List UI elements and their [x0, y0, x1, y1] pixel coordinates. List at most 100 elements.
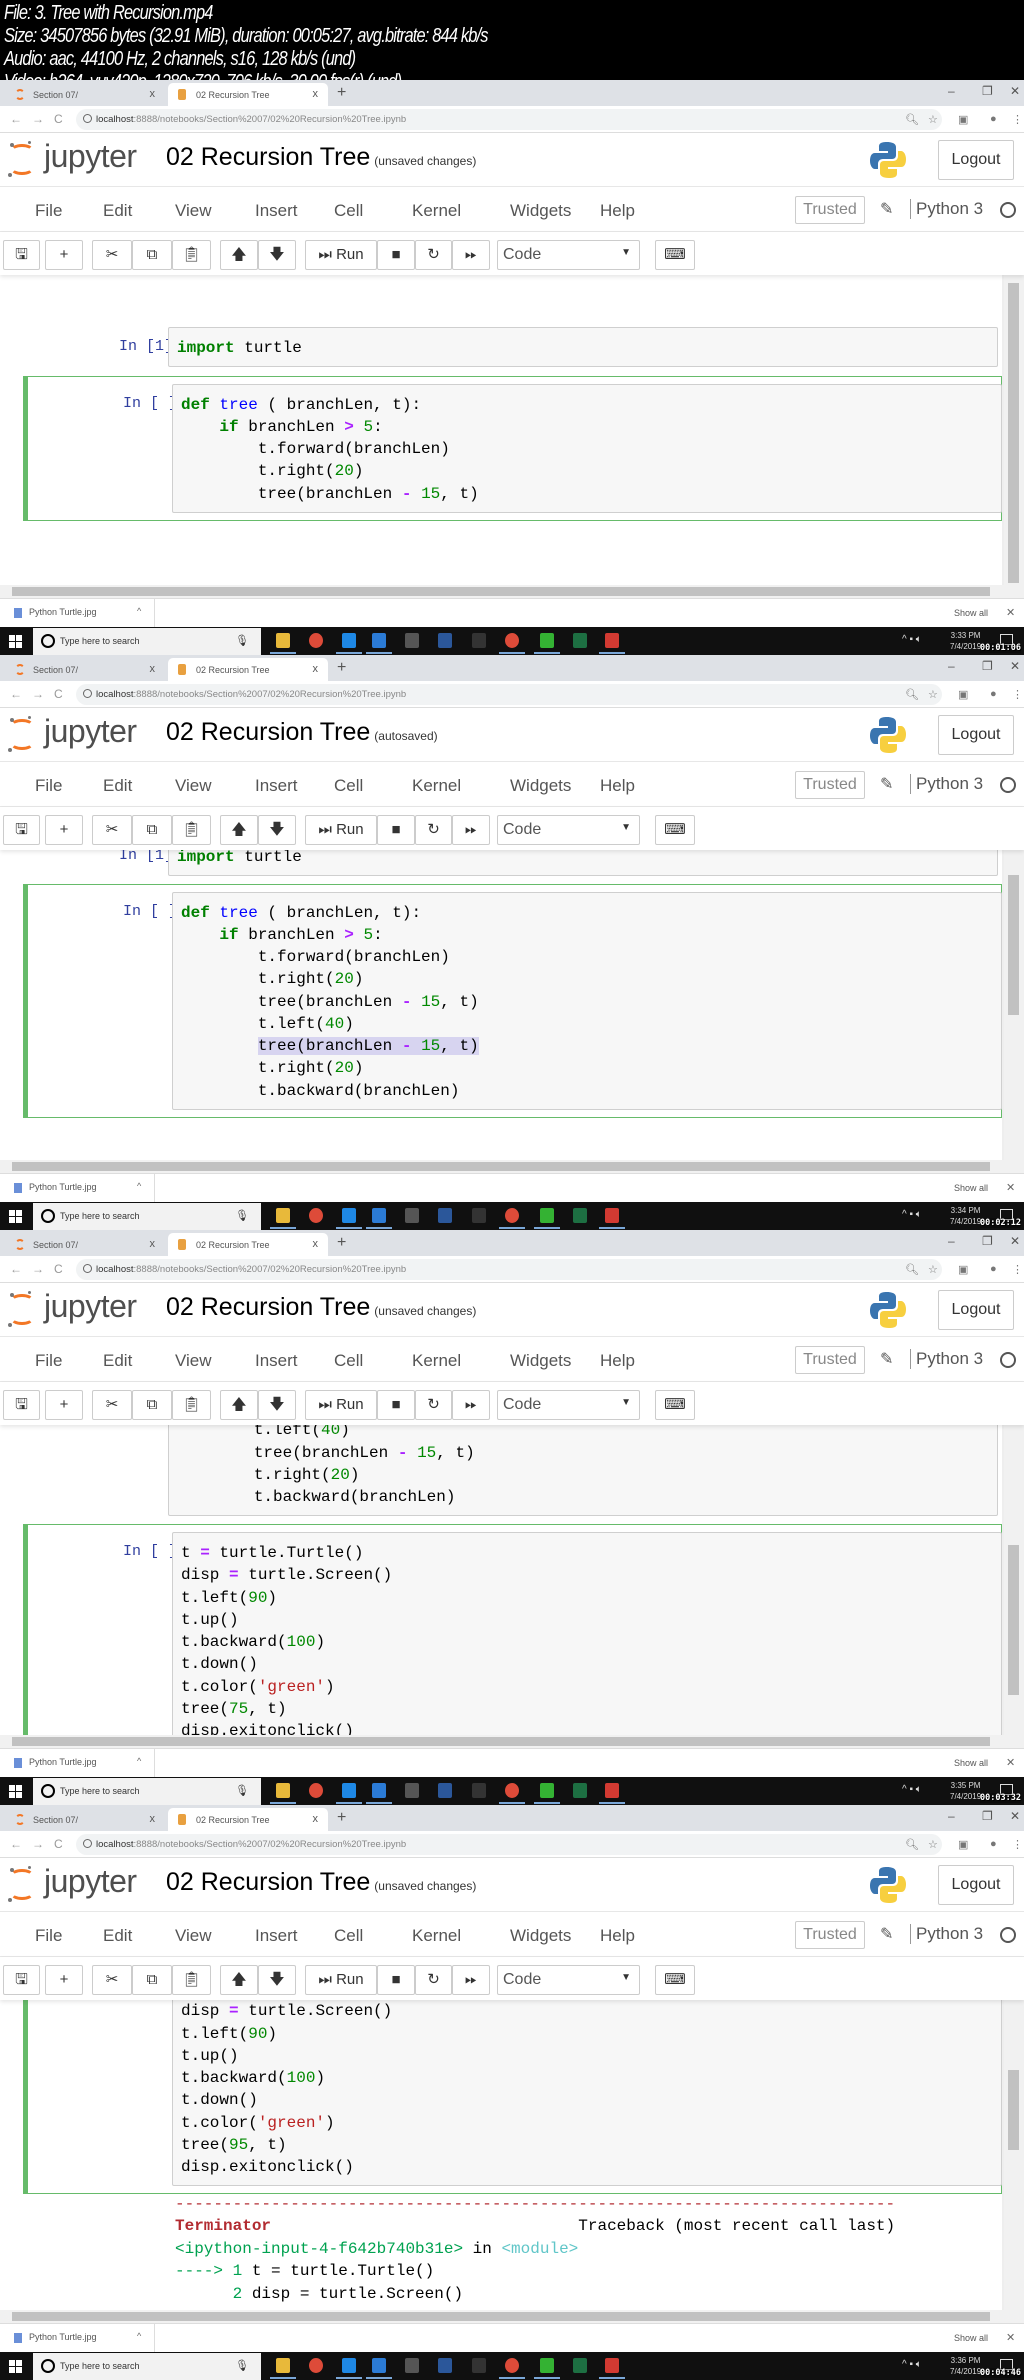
vertical-scrollbar[interactable]	[1004, 1425, 1024, 1735]
extension-icon[interactable]: ▣	[958, 113, 968, 126]
insert-cell-button[interactable]: +	[45, 240, 83, 270]
download-item[interactable]: Python Turtle.jpg	[14, 1757, 97, 1768]
menu-help[interactable]: Help	[600, 1351, 635, 1371]
site-info-icon[interactable]	[83, 1264, 92, 1273]
paste-button[interactable]: 📋︎	[172, 1390, 211, 1420]
interrupt-button[interactable]: ■	[377, 1965, 415, 1995]
chrome-active-icon[interactable]	[505, 2358, 519, 2373]
menu-kernel[interactable]: Kernel	[412, 201, 461, 221]
vscode-icon[interactable]	[372, 1208, 386, 1223]
notebook-title[interactable]: 02 Recursion Tree (autosaved)	[166, 718, 438, 747]
forward-icon[interactable]: →	[32, 1837, 44, 1851]
download-options-chevron-icon[interactable]: ^	[137, 606, 141, 616]
zoom-icon[interactable]: 🔍︎	[905, 1263, 919, 1276]
microphone-icon[interactable]: 🎙︎	[235, 634, 249, 647]
recorder-icon[interactable]	[605, 2358, 619, 2373]
close-downloads-icon[interactable]: ✕	[1006, 606, 1015, 619]
extension-icon[interactable]: ▣	[958, 1838, 968, 1851]
chrome-icon[interactable]	[309, 1208, 323, 1223]
vertical-scrollbar[interactable]	[1004, 2000, 1024, 2310]
menu-insert[interactable]: Insert	[255, 1351, 298, 1371]
menu-dots-icon[interactable]: ⋮	[1012, 113, 1023, 126]
menu-kernel[interactable]: Kernel	[412, 776, 461, 796]
word-icon[interactable]	[438, 1208, 452, 1223]
cut-button[interactable]: ✂	[92, 1390, 132, 1420]
logout-button[interactable]: Logout	[938, 715, 1014, 755]
logout-button[interactable]: Logout	[938, 1290, 1014, 1330]
interrupt-button[interactable]: ■	[377, 240, 415, 270]
taskbar-clock[interactable]: 3:36 PM 7/4/2019	[950, 2355, 981, 2377]
camera-icon[interactable]	[405, 1783, 419, 1798]
menu-edit[interactable]: Edit	[103, 201, 132, 221]
forward-icon[interactable]: →	[32, 1262, 44, 1276]
terminal-icon[interactable]	[472, 1783, 486, 1798]
code-input[interactable]: t = turtle.Turtle()disp = turtle.Screen(…	[172, 2000, 1002, 2187]
menu-view[interactable]: View	[175, 1926, 212, 1946]
code-input[interactable]: def tree ( branchLen, t): if branchLen >…	[172, 383, 1002, 513]
menu-edit[interactable]: Edit	[103, 1926, 132, 1946]
browser-tab[interactable]: 02 Recursion Tree x	[168, 658, 328, 681]
back-icon[interactable]: ←	[10, 1262, 22, 1276]
url-input[interactable]: localhost:8888/notebooks/Section%2007/02…	[76, 109, 942, 130]
taskbar-clock[interactable]: 3:33 PM 7/4/2019	[950, 630, 981, 652]
microphone-icon[interactable]: 🎙︎	[235, 1784, 249, 1797]
move-up-button[interactable]: 🡅	[220, 1390, 258, 1420]
word-icon[interactable]	[438, 1783, 452, 1798]
horizontal-scrollbar[interactable]	[0, 2310, 1024, 2323]
jupyter-logo-icon[interactable]	[8, 716, 36, 752]
run-button[interactable]: ⏭︎ Run	[305, 240, 377, 270]
camtasia-icon[interactable]	[540, 1783, 554, 1798]
menu-cell[interactable]: Cell	[334, 1926, 363, 1946]
minimize-button[interactable]: –	[948, 659, 955, 673]
chrome-icon[interactable]	[309, 1783, 323, 1798]
reload-icon[interactable]: C	[54, 687, 63, 701]
bookmark-star-icon[interactable]: ☆	[928, 1838, 938, 1851]
menu-help[interactable]: Help	[600, 201, 635, 221]
download-item[interactable]: Python Turtle.jpg	[14, 1182, 97, 1193]
move-down-button[interactable]: 🡇	[258, 240, 296, 270]
menu-file[interactable]: File	[35, 1351, 62, 1371]
vscode-icon[interactable]	[372, 2358, 386, 2373]
browser-tab[interactable]: 02 Recursion Tree x	[168, 1233, 328, 1256]
code-input[interactable]: import turtle	[168, 850, 998, 876]
paste-button[interactable]: 📋︎	[172, 240, 211, 270]
save-button[interactable]: 🖫	[3, 1390, 40, 1420]
download-item[interactable]: Python Turtle.jpg	[14, 607, 97, 618]
menu-help[interactable]: Help	[600, 776, 635, 796]
vscode-icon[interactable]	[372, 633, 386, 648]
run-button[interactable]: ⏭︎ Run	[305, 815, 377, 845]
code-cell[interactable]: In [ ]: def tree ( branchLen, t): if bran…	[23, 375, 1002, 521]
menu-edit[interactable]: Edit	[103, 776, 132, 796]
move-up-button[interactable]: 🡅	[220, 815, 258, 845]
site-info-icon[interactable]	[83, 114, 92, 123]
excel-icon[interactable]	[573, 1783, 587, 1798]
menu-widgets[interactable]: Widgets	[510, 201, 571, 221]
menu-view[interactable]: View	[175, 201, 212, 221]
taskbar-clock[interactable]: 3:34 PM 7/4/2019	[950, 1205, 981, 1227]
show-all-button[interactable]: Show all	[946, 2328, 996, 2349]
reload-icon[interactable]: C	[54, 1837, 63, 1851]
file-explorer-icon[interactable]	[276, 2358, 290, 2373]
scrollbar-thumb[interactable]	[12, 1737, 990, 1746]
forward-icon[interactable]: →	[32, 687, 44, 701]
jupyter-logo-icon[interactable]	[8, 141, 36, 177]
scrollbar-thumb[interactable]	[1008, 875, 1019, 1015]
bookmark-star-icon[interactable]: ☆	[928, 1263, 938, 1276]
cell-type-select[interactable]: Code ▼	[497, 1390, 640, 1420]
move-down-button[interactable]: 🡇	[258, 1390, 296, 1420]
save-button[interactable]: 🖫	[3, 240, 40, 270]
download-options-chevron-icon[interactable]: ^	[137, 1181, 141, 1191]
chrome-icon[interactable]	[309, 2358, 323, 2373]
kernel-name[interactable]: Python 3	[910, 1349, 983, 1369]
maximize-button[interactable]: ❐	[982, 1234, 993, 1248]
store-icon[interactable]	[342, 633, 356, 648]
menu-view[interactable]: View	[175, 1351, 212, 1371]
file-explorer-icon[interactable]	[276, 1208, 290, 1223]
code-cell[interactable]: In [ ]:t = turtle.Turtle()disp = turtle.…	[23, 1524, 1002, 1735]
code-cell[interactable]: In [1]: import turtle	[23, 319, 1002, 375]
taskbar-clock[interactable]: 3:35 PM 7/4/2019	[950, 1780, 981, 1802]
profile-icon[interactable]: ●	[990, 1838, 997, 1850]
menu-file[interactable]: File	[35, 776, 62, 796]
cut-button[interactable]: ✂	[92, 240, 132, 270]
menu-dots-icon[interactable]: ⋮	[1012, 1263, 1023, 1276]
